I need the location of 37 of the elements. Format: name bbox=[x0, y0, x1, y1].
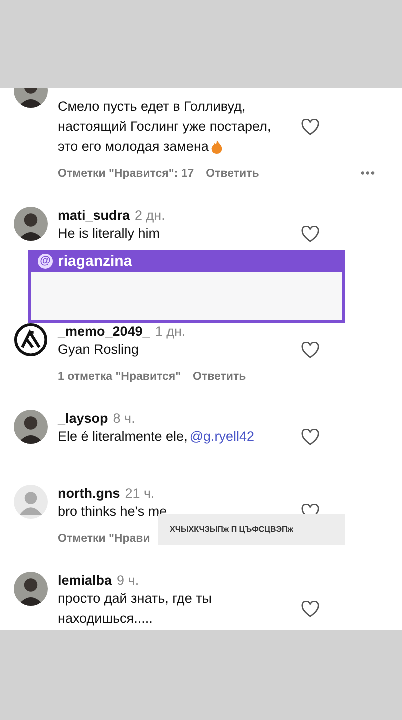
username[interactable]: north.gns bbox=[58, 485, 120, 502]
username[interactable]: _memo_2049_ bbox=[58, 323, 150, 340]
avatar[interactable] bbox=[14, 572, 48, 606]
mention-link[interactable]: @g.ryell42 bbox=[190, 427, 255, 447]
comment-time: 8 ч. bbox=[113, 410, 136, 427]
comment-text: Смело пусть едет в Голливуд, bbox=[58, 98, 246, 116]
comment-time: 1 дн. bbox=[155, 323, 186, 340]
heart-icon[interactable] bbox=[301, 428, 320, 446]
at-icon: @ bbox=[38, 254, 53, 268]
comment-text: находишься..... bbox=[58, 610, 153, 628]
comment-time: 2 дн. bbox=[135, 207, 166, 224]
username[interactable]: _laysop bbox=[58, 410, 108, 427]
avatar[interactable] bbox=[14, 207, 48, 241]
avatar[interactable] bbox=[14, 410, 48, 444]
comment-time: 9 ч. bbox=[117, 572, 140, 589]
heart-icon[interactable] bbox=[301, 600, 320, 618]
heart-icon[interactable] bbox=[301, 342, 320, 358]
username[interactable]: lemialba bbox=[58, 572, 112, 589]
comment-time: 21 ч. bbox=[125, 485, 155, 502]
reply-link[interactable]: Ответить bbox=[193, 371, 246, 383]
likes-count[interactable]: 1 отметка "Нравится" bbox=[58, 371, 182, 383]
avatar[interactable] bbox=[14, 323, 48, 357]
comment-text: Ele é literalmente ele, bbox=[58, 428, 188, 446]
comment-text: He is literally him bbox=[58, 225, 160, 243]
heart-icon[interactable] bbox=[301, 226, 320, 242]
heart-icon[interactable] bbox=[301, 118, 320, 136]
caption-overlay: ХЧЫХКЧЗЫПж П ЦЪФСЦВЭПж bbox=[158, 514, 345, 545]
comment-text: просто дай знать, где ты bbox=[58, 590, 212, 608]
comment-text: настоящий Гослинг уже постарел, bbox=[58, 118, 272, 136]
reply-link[interactable]: Ответить bbox=[206, 168, 260, 180]
credit-handle: riaganzina bbox=[58, 252, 132, 270]
comment-text: Gyan Rosling bbox=[58, 341, 140, 359]
comment-text: это его молодая замена bbox=[58, 138, 209, 156]
username[interactable]: mati_sudra bbox=[58, 207, 130, 224]
likes-count[interactable]: Отметки "Нрави bbox=[58, 533, 150, 545]
likes-count[interactable]: Отметки "Нравится": 17 bbox=[58, 168, 194, 180]
more-button[interactable]: ••• bbox=[360, 168, 376, 180]
